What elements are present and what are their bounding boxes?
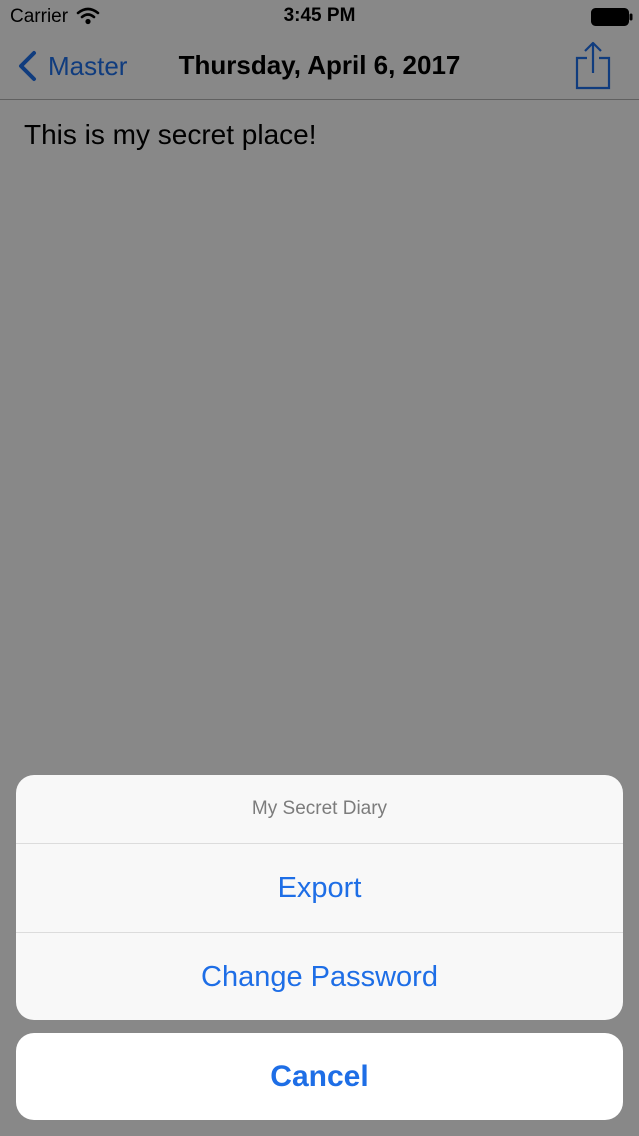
export-button[interactable]: Export: [16, 844, 623, 932]
change-password-button[interactable]: Change Password: [16, 932, 623, 1020]
action-sheet: My Secret Diary Export Change Password: [16, 775, 623, 1020]
action-sheet-title: My Secret Diary: [16, 775, 623, 844]
cancel-button[interactable]: Cancel: [16, 1033, 623, 1120]
